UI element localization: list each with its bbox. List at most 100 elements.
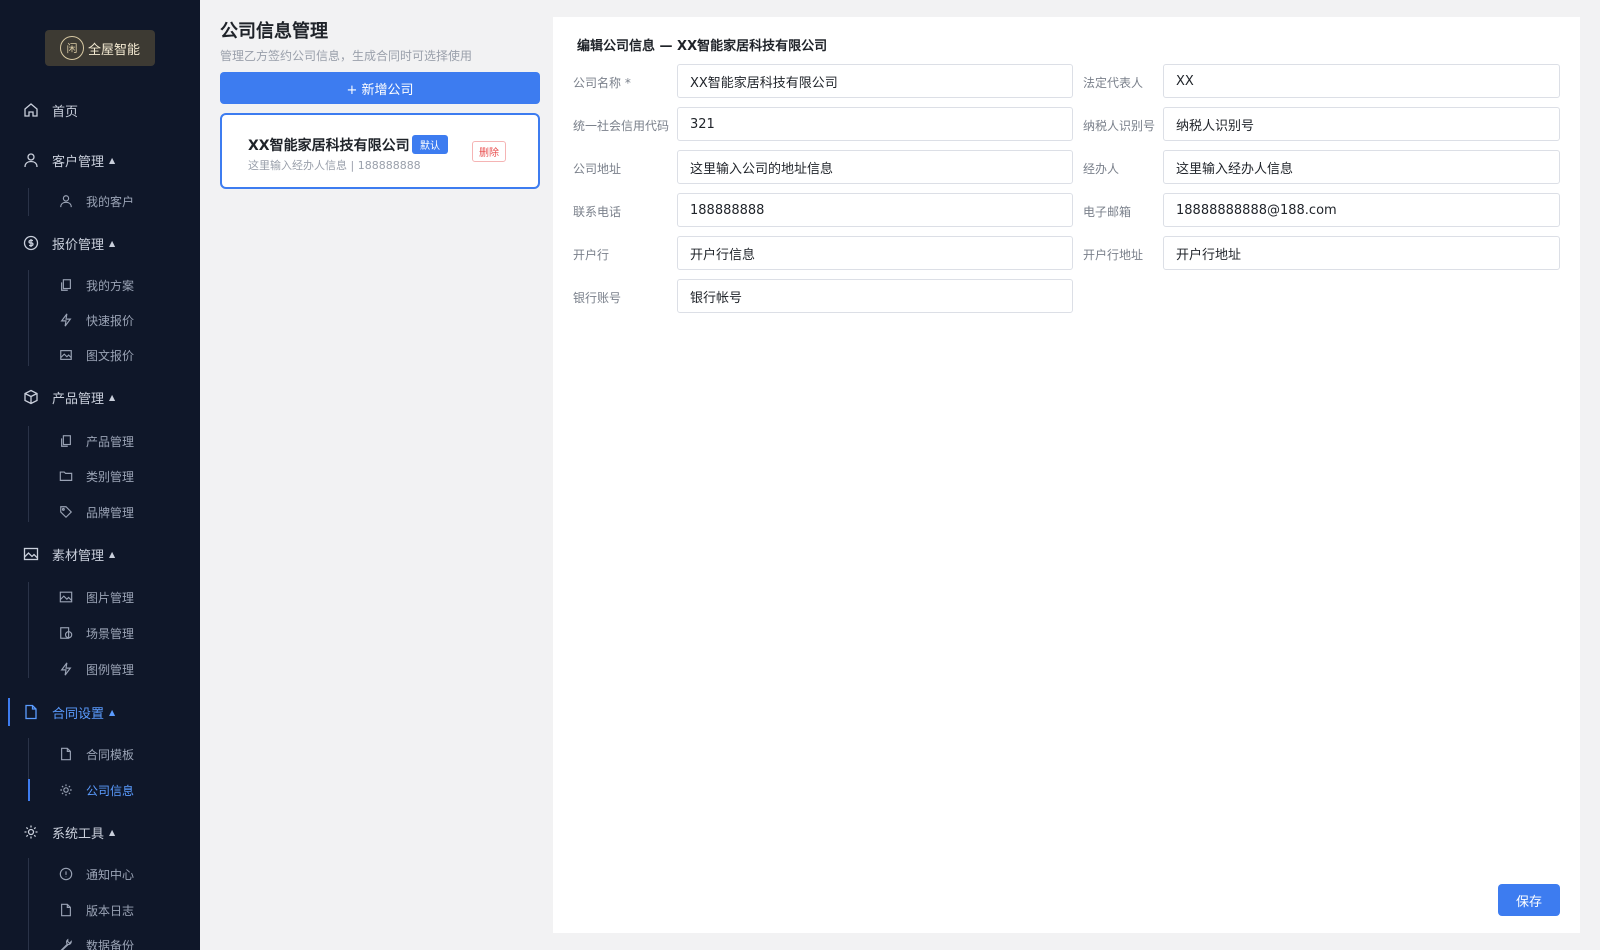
nav-backup[interactable]: 数据备份 (0, 930, 200, 950)
nav-category-mgmt[interactable]: 类别管理 (0, 461, 200, 491)
nav-notice-center[interactable]: 通知中心 (0, 859, 200, 889)
nav-changelog[interactable]: 版本日志 (0, 895, 200, 925)
box-icon (22, 388, 40, 406)
nav-material-label: 素材管理 (52, 548, 105, 564)
caret-up-icon: ▲ (109, 827, 116, 837)
nav-quick-quote[interactable]: 快速报价 (0, 305, 200, 335)
nav-my-customers-label: 我的客户 (86, 194, 135, 209)
user-icon (22, 151, 40, 169)
label-account: 银行账号 (573, 291, 622, 305)
company-name-input[interactable]: XX智能家居科技有限公司 (677, 64, 1073, 98)
label-credit-code: 统一社会信用代码 (573, 119, 670, 133)
nav-home[interactable]: 首页 (0, 95, 200, 125)
form-title: 编辑公司信息 — XX智能家居科技有限公司 (577, 39, 828, 54)
caret-up-icon: ▲ (109, 238, 116, 248)
nav-brand-mgmt[interactable]: 品牌管理 (0, 497, 200, 527)
file-icon (58, 746, 74, 762)
nav-my-plans-label: 我的方案 (86, 278, 135, 293)
nav-product[interactable]: 产品管理 ▲ (0, 382, 200, 412)
email-input[interactable]: 18888888888@188.com (1163, 193, 1560, 227)
nav-my-plans[interactable]: 我的方案 (0, 270, 200, 300)
user-icon (58, 193, 74, 209)
nav-tools[interactable]: 系统工具 ▲ (0, 817, 200, 847)
company-card[interactable]: XX智能家居科技有限公司 默认 这里输入经办人信息 | 188888888 删除 (220, 113, 540, 189)
info-icon (58, 866, 74, 882)
default-badge: 默认 (412, 135, 448, 154)
lightning-icon (58, 312, 74, 328)
file-icon (22, 703, 40, 721)
taxpayer-id-input[interactable]: 纳税人识别号 (1163, 107, 1560, 141)
add-company-button[interactable]: + 新增公司 (220, 72, 540, 104)
image-icon (22, 545, 40, 563)
brand-logo[interactable]: 闲 全屋智能 (45, 30, 155, 66)
nav-changelog-label: 版本日志 (86, 903, 135, 918)
nav-quote[interactable]: 报价管理 ▲ (0, 228, 200, 258)
nav-company-info[interactable]: 公司信息 (0, 775, 200, 805)
nav-quote-label: 报价管理 (52, 237, 105, 253)
nav-customer[interactable]: 客户管理 ▲ (0, 145, 200, 175)
nav-my-customers[interactable]: 我的客户 (0, 186, 200, 216)
image-swap-icon (58, 347, 74, 363)
nav-contract-label: 合同设置 (52, 706, 105, 722)
nav-image-quote-label: 图文报价 (86, 348, 135, 363)
phone-input[interactable]: 188888888 (677, 193, 1073, 227)
nav-scene-mgmt-label: 场景管理 (86, 626, 135, 641)
label-legal-rep: 法定代表人 (1083, 76, 1144, 90)
nav-image-mgmt-label: 图片管理 (86, 590, 135, 605)
nav-legend-mgmt[interactable]: 图例管理 (0, 654, 200, 684)
delete-button[interactable]: 删除 (472, 141, 506, 162)
page-subtitle: 管理乙方签约公司信息，生成合同时可选择使用 (220, 49, 473, 63)
nav-scene-mgmt[interactable]: 场景管理 (0, 618, 200, 648)
nav-brand-mgmt-label: 品牌管理 (86, 505, 135, 520)
nav-contract-template-label: 合同模板 (86, 747, 135, 762)
nav-tools-label: 系统工具 (52, 826, 105, 842)
image-icon (58, 589, 74, 605)
address-input[interactable]: 这里输入公司的地址信息 (677, 150, 1073, 184)
nav-legend-mgmt-label: 图例管理 (86, 662, 135, 677)
nav-home-label: 首页 (52, 104, 79, 120)
handler-input[interactable]: 这里输入经办人信息 (1163, 150, 1560, 184)
lightning-icon (58, 661, 74, 677)
nav-customer-label: 客户管理 (52, 154, 105, 170)
nav-material[interactable]: 素材管理 ▲ (0, 539, 200, 569)
scene-icon (58, 625, 74, 641)
label-phone: 联系电话 (573, 205, 622, 219)
caret-up-icon: ▲ (109, 392, 116, 402)
gear-icon (22, 823, 40, 841)
edit-form-panel: 编辑公司信息 — XX智能家居科技有限公司 公司名称 * XX智能家居科技有限公… (553, 17, 1580, 933)
page-title: 公司信息管理 (220, 21, 328, 42)
nav-contract[interactable]: 合同设置 ▲ (0, 697, 200, 727)
company-card-info: 这里输入经办人信息 | 188888888 (248, 159, 421, 172)
label-bank: 开户行 (573, 248, 610, 262)
account-input[interactable]: 银行帐号 (677, 279, 1073, 313)
tag-icon (58, 504, 74, 520)
sidebar: 闲 全屋智能 首页 客户管理 ▲ 我的客户 报价管理 ▲ 我的方案 快速报价 图… (0, 0, 200, 950)
dollar-icon (22, 234, 40, 252)
label-company-name: 公司名称 * (573, 76, 631, 90)
bank-input[interactable]: 开户行信息 (677, 236, 1073, 270)
nav-backup-label: 数据备份 (86, 938, 135, 950)
copy-icon (58, 277, 74, 293)
nav-category-mgmt-label: 类别管理 (86, 469, 135, 484)
wrench-icon (58, 937, 74, 950)
nav-image-quote[interactable]: 图文报价 (0, 340, 200, 370)
folder-icon (58, 468, 74, 484)
nav-quick-quote-label: 快速报价 (86, 313, 135, 328)
label-address: 公司地址 (573, 162, 622, 176)
nav-product-mgmt[interactable]: 产品管理 (0, 426, 200, 456)
legal-rep-input[interactable]: XX (1163, 64, 1560, 98)
nav-contract-template[interactable]: 合同模板 (0, 739, 200, 769)
caret-up-icon: ▲ (109, 155, 116, 165)
nav-notice-center-label: 通知中心 (86, 867, 135, 882)
nav-image-mgmt[interactable]: 图片管理 (0, 582, 200, 612)
label-email: 电子邮箱 (1083, 205, 1132, 219)
save-button[interactable]: 保存 (1498, 884, 1560, 916)
label-taxpayer-id: 纳税人识别号 (1083, 119, 1156, 133)
caret-up-icon: ▲ (109, 549, 116, 559)
nav-product-mgmt-label: 产品管理 (86, 434, 135, 449)
credit-code-input[interactable]: 321 (677, 107, 1073, 141)
bank-address-input[interactable]: 开户行地址 (1163, 236, 1560, 270)
file-icon (58, 902, 74, 918)
caret-up-icon: ▲ (109, 707, 116, 717)
nav-company-info-label: 公司信息 (86, 783, 135, 798)
